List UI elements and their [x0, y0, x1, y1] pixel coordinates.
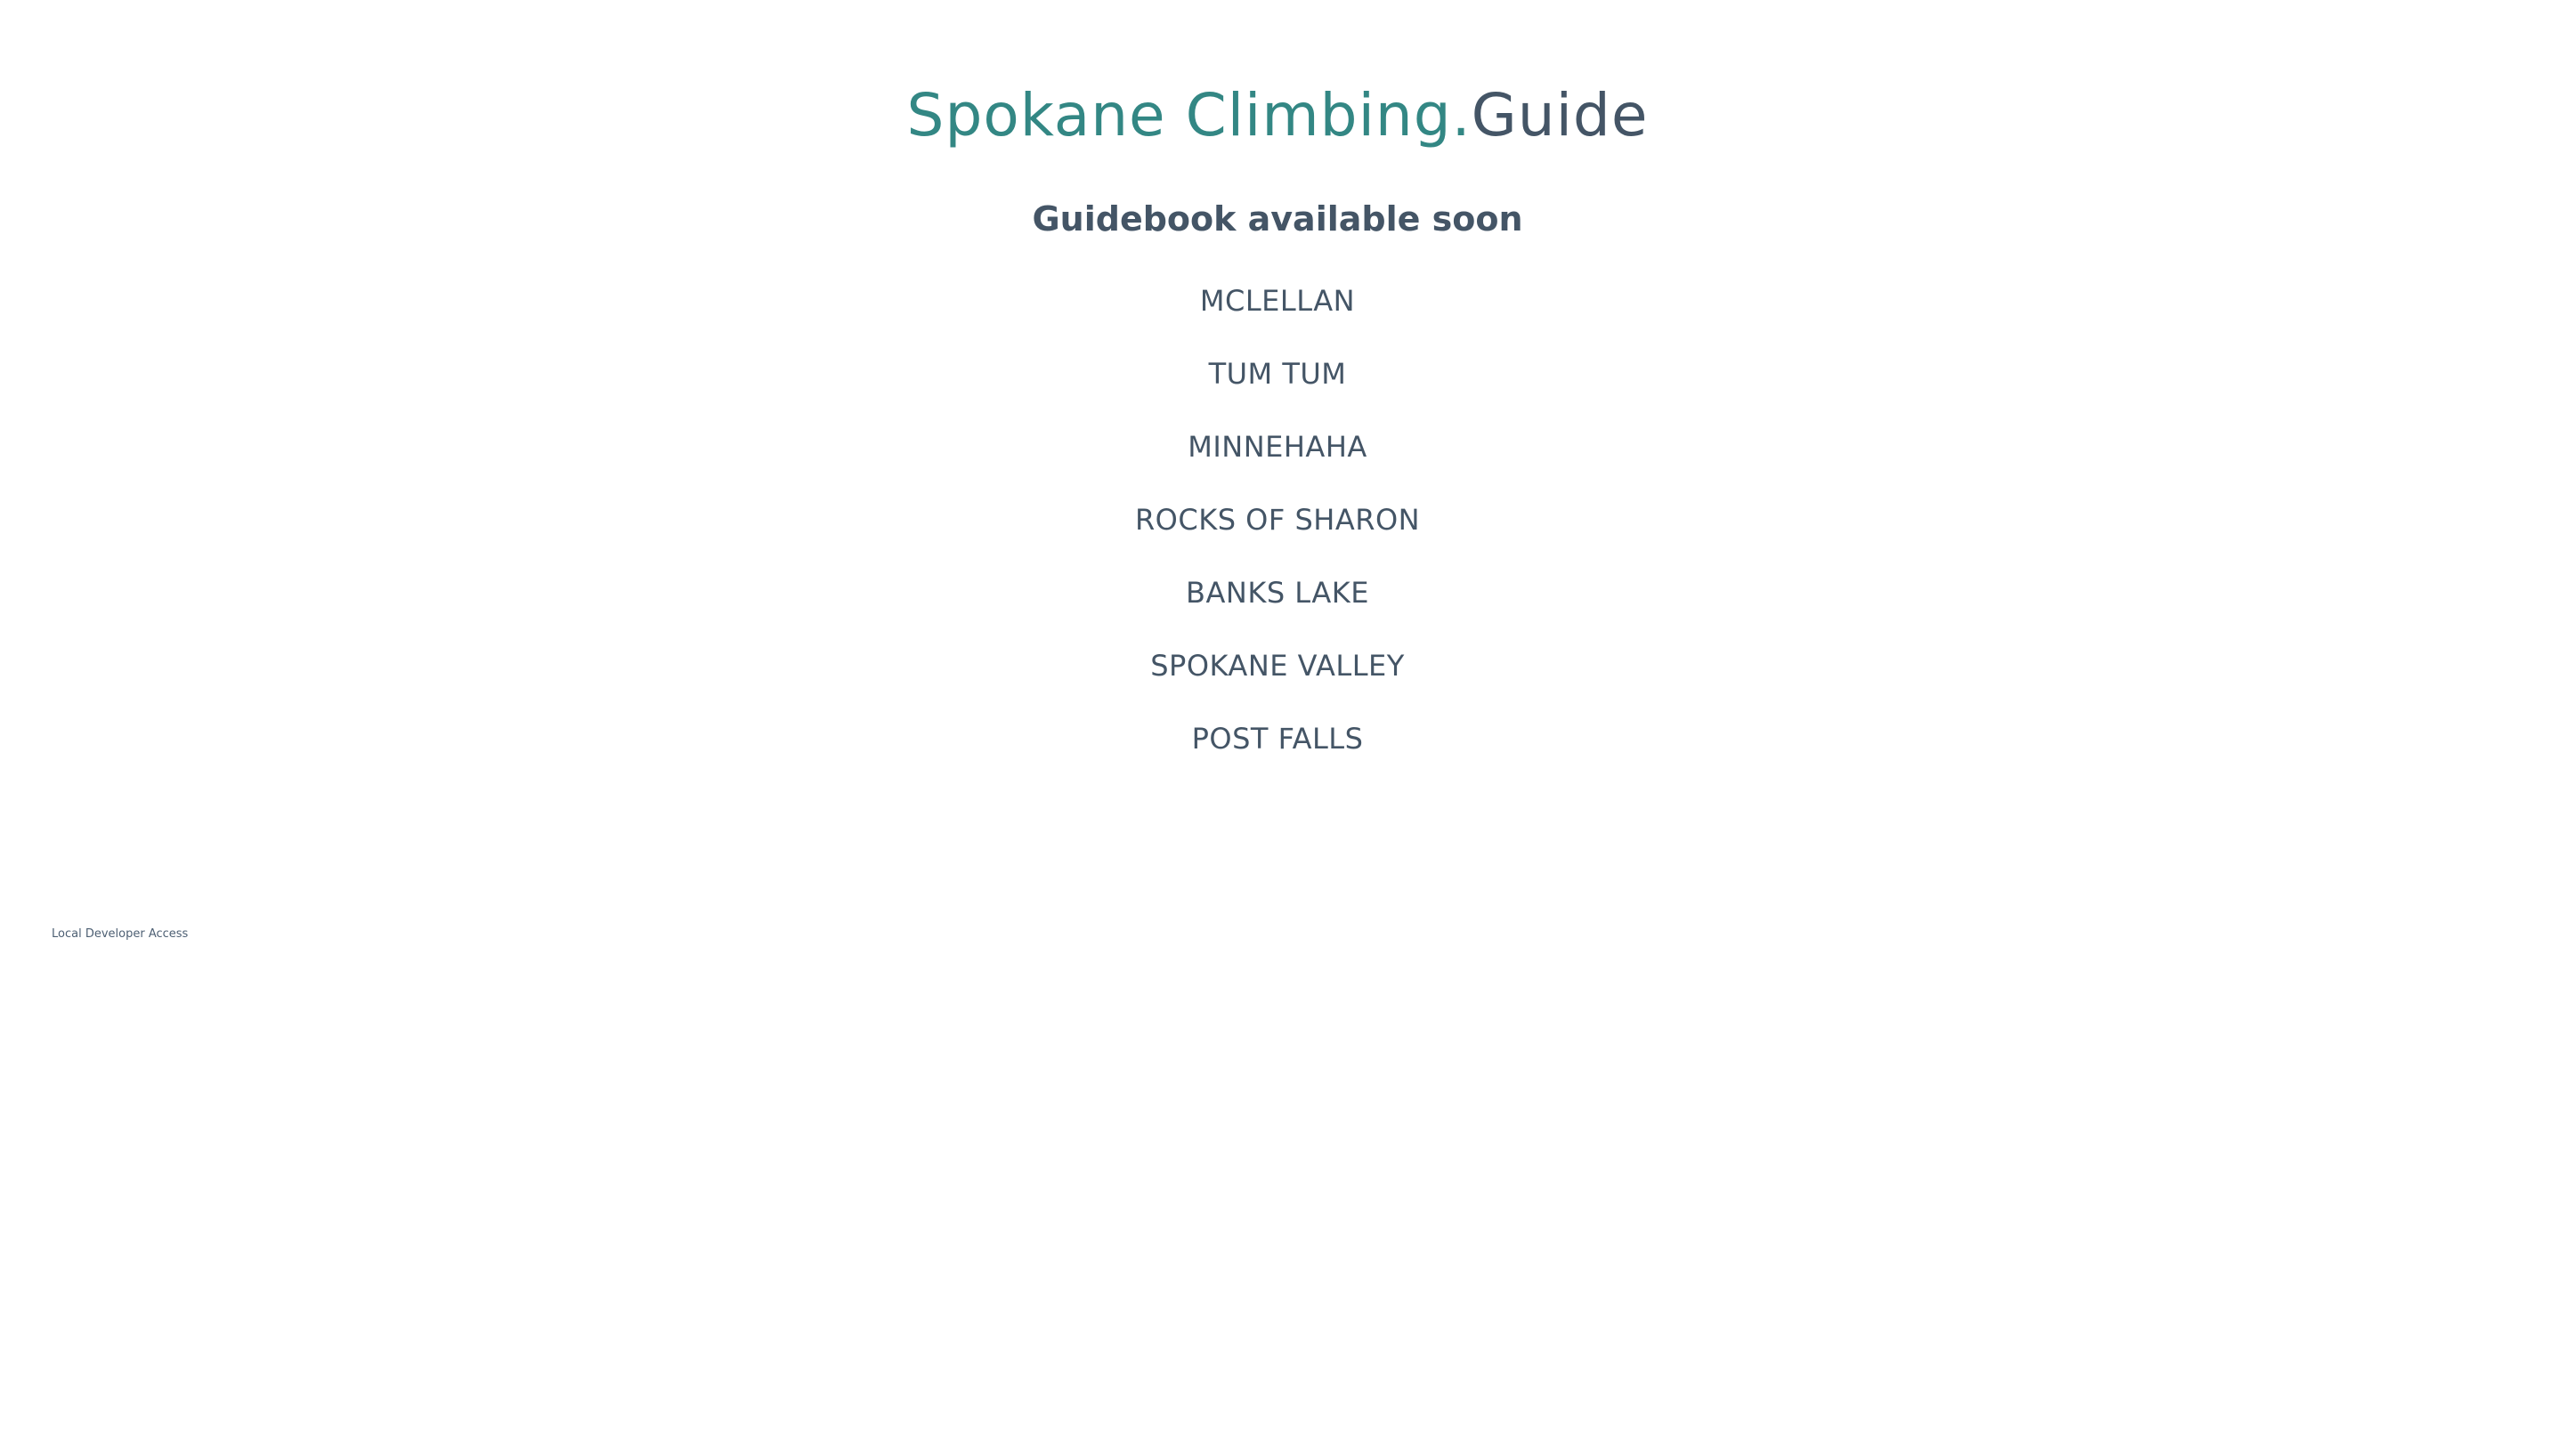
- area-link-minnehaha[interactable]: MINNEHAHA: [1188, 430, 1367, 464]
- list-item: TUM TUM: [0, 349, 2555, 422]
- list-item: ROCKS OF SHARON: [0, 495, 2555, 568]
- area-link-banks-lake[interactable]: BANKS LAKE: [1186, 576, 1369, 610]
- area-link-post-falls[interactable]: POST FALLS: [1192, 722, 1364, 756]
- page-subtitle: Guidebook available soon: [1032, 199, 1523, 239]
- page: Spokane Climbing.Guide Guidebook availab…: [0, 0, 2555, 1456]
- list-item: SPOKANE VALLEY: [0, 641, 2555, 714]
- site-title-suffix: Guide: [1471, 81, 1649, 150]
- list-item: MINNEHAHA: [0, 422, 2555, 495]
- list-item: MCLELLAN: [0, 276, 2555, 349]
- developer-access-link[interactable]: Local Developer Access: [52, 926, 188, 943]
- list-item: BANKS LAKE: [0, 568, 2555, 641]
- climbing-area-list: MCLELLAN TUM TUM MINNEHAHA ROCKS OF SHAR…: [0, 276, 2555, 787]
- list-item: POST FALLS: [0, 714, 2555, 787]
- area-link-tum-tum[interactable]: TUM TUM: [1209, 357, 1347, 391]
- area-link-spokane-valley[interactable]: SPOKANE VALLEY: [1150, 649, 1405, 683]
- area-link-rocks-of-sharon[interactable]: ROCKS OF SHARON: [1135, 503, 1420, 537]
- site-title: Spokane Climbing.Guide: [0, 73, 2555, 158]
- site-title-accent: Spokane Climbing.: [906, 81, 1472, 150]
- area-link-mclellan[interactable]: MCLELLAN: [1200, 284, 1355, 318]
